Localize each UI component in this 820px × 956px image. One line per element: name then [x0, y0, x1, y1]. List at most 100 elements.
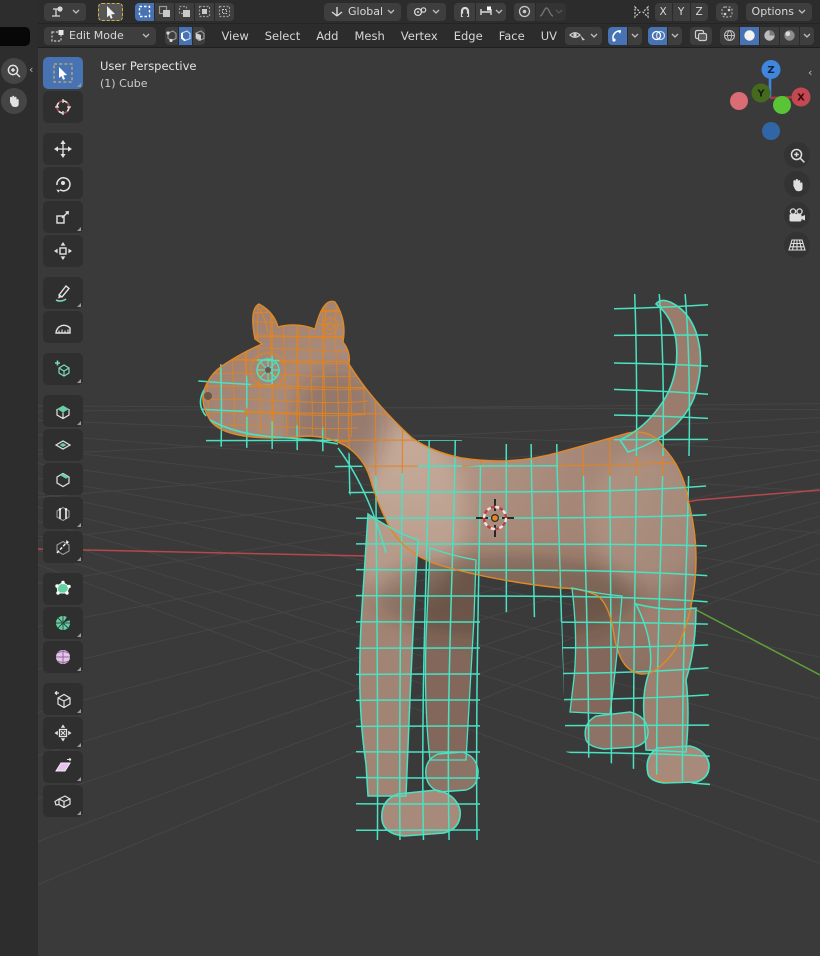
menu-mesh[interactable]: Mesh [346, 27, 392, 45]
tool-smooth[interactable] [43, 641, 83, 673]
select-mode-extend[interactable] [155, 2, 174, 21]
menubar: View Select Add Mesh Vertex Edge Face UV [213, 27, 565, 45]
gizmo-neg-x-ball[interactable] [730, 92, 748, 110]
face-select-icon[interactable] [192, 26, 206, 45]
navigation-gizmo[interactable]: Y Z X [730, 60, 814, 144]
proportional-group [514, 2, 567, 21]
dog-mesh[interactable] [188, 293, 728, 843]
zoom-icon[interactable] [784, 142, 810, 168]
magnet-icon[interactable] [454, 2, 476, 21]
select-mode-subtract[interactable] [175, 2, 194, 21]
viewport-canvas [38, 293, 820, 886]
tool-transform[interactable] [43, 235, 83, 267]
tool-rip-region[interactable] [43, 785, 83, 817]
object-name-overlay: (1) Cube [100, 77, 148, 90]
smooth-falloff-icon[interactable] [536, 2, 567, 21]
viewport-toolbar [43, 56, 89, 818]
gizmos-dropdown-chevron[interactable] [628, 26, 642, 45]
tool-settings-right: X Y Z Options [633, 2, 820, 21]
tool-rotate[interactable] [43, 167, 83, 199]
menu-view[interactable]: View [213, 27, 256, 45]
wireframe-shading-icon[interactable] [720, 26, 739, 45]
material-preview-icon[interactable] [760, 26, 779, 45]
dog-nose [204, 392, 212, 400]
show-hide-icon[interactable] [565, 26, 602, 45]
tool-settings-bar: Global X Y Z Options [38, 0, 820, 24]
mode-dropdown[interactable]: Edit Mode [44, 26, 156, 45]
gizmo-x-label: X [797, 93, 805, 104]
select-mode-invert[interactable] [195, 2, 214, 21]
rendered-shading-icon[interactable] [780, 26, 799, 45]
menu-edge[interactable]: Edge [446, 27, 491, 45]
tool-loop-cut[interactable] [43, 497, 83, 529]
options-label: Options [751, 5, 794, 18]
tool-poly-build[interactable] [43, 573, 83, 605]
gizmo-neg-z-ball[interactable] [762, 122, 780, 140]
toggle-xray-icon[interactable] [690, 26, 712, 45]
snap-group [454, 2, 507, 21]
tool-bevel[interactable] [43, 463, 83, 495]
tool-spin[interactable] [43, 607, 83, 639]
mirror-axis-group: X Y Z [654, 2, 708, 21]
snap-symmetry-icon[interactable] [715, 2, 738, 21]
tool-extrude-region[interactable] [43, 395, 83, 427]
gizmo-z-label: Z [767, 65, 774, 76]
pan-hand-icon[interactable] [784, 171, 810, 197]
tool-annotate[interactable] [43, 277, 83, 309]
gizmos-icon[interactable] [608, 26, 627, 45]
select-mode-set[interactable] [135, 2, 154, 21]
vertex-select-icon[interactable] [164, 26, 178, 45]
tool-tweak[interactable] [43, 57, 83, 89]
partial-header-field [0, 27, 30, 46]
camera-view-icon[interactable] [784, 202, 810, 228]
mesh-select-mode-group [164, 26, 206, 45]
mirror-x-button[interactable]: X [654, 2, 672, 21]
orientation-icon [331, 7, 343, 17]
3d-viewport[interactable]: User Perspective (1) Cube Y Z X ‹ [38, 48, 820, 956]
tool-knife[interactable] [43, 531, 83, 563]
cursor-arrow-icon[interactable] [98, 2, 123, 21]
edit-mode-icon [51, 29, 64, 42]
overlays-dropdown-chevron[interactable] [668, 26, 682, 45]
zoom-icon[interactable] [1, 58, 27, 84]
orientation-dropdown[interactable]: Global [324, 2, 402, 21]
menu-uv[interactable]: UV [533, 27, 565, 45]
menu-face[interactable]: Face [491, 27, 533, 45]
tool-cursor[interactable] [43, 91, 83, 123]
overlays-group [648, 26, 682, 45]
menu-add[interactable]: Add [308, 27, 346, 45]
tool-measure[interactable] [43, 311, 83, 343]
overlays-icon[interactable] [648, 26, 667, 45]
tool-inset-faces[interactable] [43, 429, 83, 461]
viewport-header: Edit Mode View Select Add Mesh Vertex Ed… [38, 24, 820, 48]
tool-add-cube[interactable] [43, 353, 83, 385]
menu-vertex[interactable]: Vertex [393, 27, 446, 45]
edge-select-icon[interactable] [178, 26, 192, 45]
shading-group [720, 26, 814, 45]
increment-snap-icon[interactable] [476, 2, 507, 21]
tool-shear[interactable] [43, 751, 83, 783]
mode-label: Edit Mode [69, 29, 124, 42]
tool-shrink-fatten[interactable] [43, 717, 83, 749]
pivot-point-icon[interactable] [407, 2, 447, 21]
collapse-right-chevron[interactable]: ‹ [808, 66, 812, 79]
menu-select[interactable]: Select [257, 27, 308, 45]
pan-hand-icon[interactable] [1, 88, 27, 114]
grid-ortho-icon[interactable] [784, 232, 810, 258]
tool-scale[interactable] [43, 201, 83, 233]
mirror-z-button[interactable]: Z [690, 2, 708, 21]
select-mode-group [135, 2, 234, 21]
proportional-editing-icon[interactable] [514, 2, 536, 21]
shading-dropdown-chevron[interactable] [800, 26, 814, 45]
mirror-y-button[interactable]: Y [672, 2, 690, 21]
tweak-tool-icon[interactable] [44, 2, 86, 21]
solid-shading-icon[interactable] [740, 26, 759, 45]
tool-edge-slide[interactable] [43, 683, 83, 715]
select-mode-intersect[interactable] [215, 2, 234, 21]
options-dropdown[interactable]: Options [745, 2, 812, 21]
orientation-label: Global [348, 5, 384, 18]
gizmo-neg-y-ball[interactable] [773, 96, 791, 114]
tool-move[interactable] [43, 133, 83, 165]
gizmo-group [608, 26, 642, 45]
collapse-left-chevron[interactable]: ‹ [29, 64, 33, 75]
